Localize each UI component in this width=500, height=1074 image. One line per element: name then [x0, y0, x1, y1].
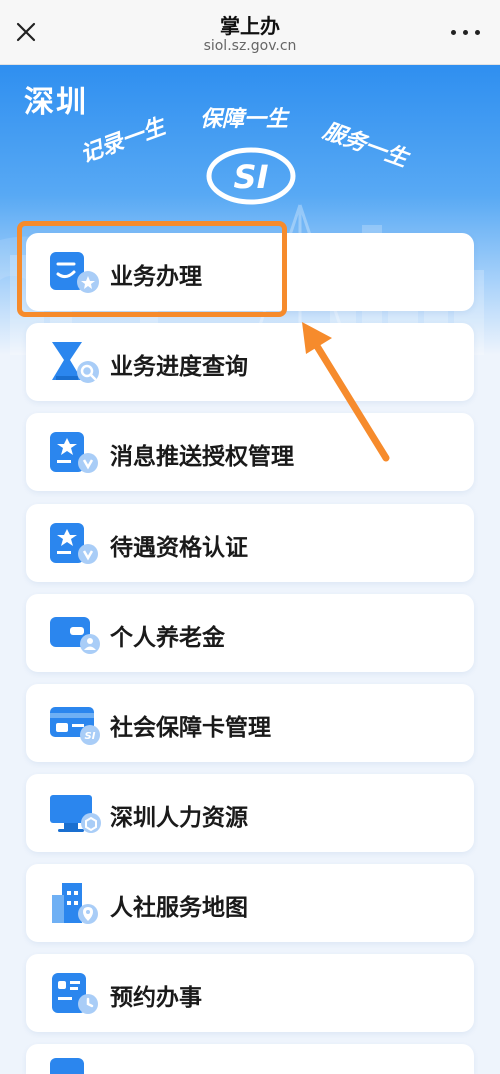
more-icon: [451, 30, 456, 35]
menu-label: 待遇资格认证: [110, 535, 248, 561]
partial-item-icon: [50, 1058, 84, 1074]
hero-banner: 深圳 记录一生 保障一生 服务一生 SI: [0, 65, 500, 355]
pension-wallet-icon: [50, 617, 100, 654]
title-bar: 掌上办 siol.sz.gov.cn: [0, 0, 500, 65]
more-button[interactable]: [446, 20, 486, 44]
menu-label: 预约办事: [110, 985, 202, 1011]
banner-city-title: 深圳: [24, 85, 88, 120]
menu-label: 业务办理: [110, 264, 202, 290]
menu-item-appointment[interactable]: 预约办事: [26, 954, 474, 1032]
menu-label: 深圳人力资源: [110, 805, 248, 831]
menu-item-personal-pension[interactable]: 个人养老金: [26, 594, 474, 672]
menu-item-message-authorization[interactable]: 消息推送授权管理: [26, 413, 474, 491]
svg-text:SI: SI: [234, 158, 269, 196]
menu-label: 个人养老金: [110, 625, 225, 651]
business-handling-icon: [50, 252, 99, 293]
progress-query-icon: [52, 342, 99, 383]
svg-text:SI: SI: [85, 731, 96, 742]
slogan-record: 记录一生: [77, 114, 169, 169]
qualification-certification-icon: [50, 523, 98, 564]
menu-item-progress-query[interactable]: 业务进度查询: [26, 323, 474, 401]
menu-label: 人社服务地图: [110, 895, 248, 921]
social-insurance-logo: SI: [206, 147, 296, 205]
menu-item-social-security-card[interactable]: SI 社会保障卡管理: [26, 684, 474, 762]
menu-item-shenzhen-hr[interactable]: 深圳人力资源: [26, 774, 474, 852]
appointment-icon: [52, 973, 98, 1014]
menu-label: 业务进度查询: [110, 354, 248, 380]
menu-item-partial[interactable]: [26, 1044, 474, 1074]
social-security-card-icon: SI: [50, 707, 100, 745]
slogan-serve: 服务一生: [319, 118, 411, 173]
monitor-icon: [50, 795, 101, 833]
service-map-icon: [52, 883, 98, 924]
more-icon-dot: [463, 30, 468, 35]
more-icon-dot: [475, 30, 480, 35]
menu-label: 社会保障卡管理: [110, 715, 271, 741]
menu-label: 消息推送授权管理: [110, 444, 294, 470]
menu-item-qualification-certification[interactable]: 待遇资格认证: [26, 504, 474, 582]
slogan-protect: 保障一生: [200, 107, 289, 132]
page-url: siol.sz.gov.cn: [203, 38, 297, 54]
menu-item-service-map[interactable]: 人社服务地图: [26, 864, 474, 942]
message-authorization-icon: [50, 432, 98, 473]
page-title: 掌上办: [220, 14, 280, 38]
menu-item-business-handling[interactable]: 业务办理: [26, 233, 474, 311]
